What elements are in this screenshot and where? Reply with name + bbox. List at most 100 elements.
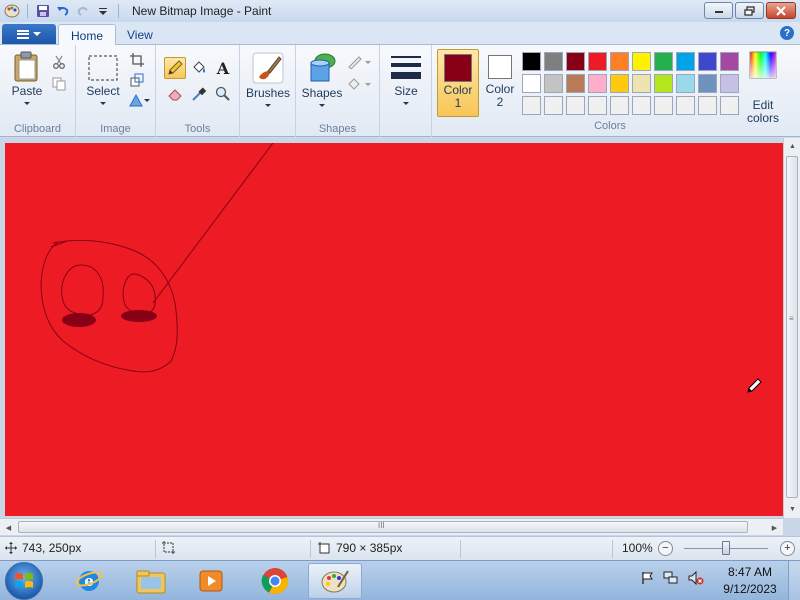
custom-color-slot[interactable] — [544, 96, 563, 115]
outline-icon[interactable] — [346, 53, 372, 71]
palette-swatch[interactable] — [720, 74, 739, 93]
palette-swatch[interactable] — [632, 52, 651, 71]
fill-tool[interactable] — [188, 57, 210, 79]
close-button[interactable] — [766, 2, 796, 19]
taskbar-paint[interactable] — [308, 563, 362, 599]
title-bar: New Bitmap Image - Paint — [0, 0, 800, 22]
palette-swatch[interactable] — [720, 52, 739, 71]
redo-icon[interactable] — [75, 3, 91, 19]
palette-swatch[interactable] — [698, 52, 717, 71]
copy-icon[interactable] — [50, 75, 68, 93]
tab-home[interactable]: Home — [58, 24, 117, 46]
crop-icon[interactable] — [128, 51, 146, 69]
cut-icon[interactable] — [50, 53, 68, 71]
palette-swatch[interactable] — [632, 74, 651, 93]
custom-color-slot[interactable] — [588, 96, 607, 115]
custom-color-slot[interactable] — [676, 96, 695, 115]
resize-icon[interactable] — [128, 71, 146, 89]
help-icon[interactable]: ? — [780, 26, 794, 40]
brushes-button[interactable]: Brushes — [244, 51, 292, 107]
shapes-group-label: Shapes — [318, 123, 357, 135]
show-desktop-button[interactable] — [788, 561, 800, 600]
palette-swatch[interactable] — [588, 74, 607, 93]
fill-icon[interactable] — [346, 75, 372, 93]
minimize-button[interactable] — [704, 2, 733, 19]
cursor-position: 743, 250px — [5, 541, 81, 555]
scroll-right-icon[interactable]: ▶ — [766, 519, 783, 536]
paste-button[interactable]: Paste — [8, 51, 46, 105]
separator — [27, 4, 28, 18]
custom-color-slot[interactable] — [654, 96, 673, 115]
palette-swatch[interactable] — [522, 52, 541, 71]
palette-swatch[interactable] — [544, 52, 563, 71]
pencil-cursor-icon — [747, 378, 762, 393]
scroll-up-icon[interactable]: ▲ — [784, 138, 800, 155]
custom-color-slot[interactable] — [522, 96, 541, 115]
custom-color-slot[interactable] — [698, 96, 717, 115]
size-label: Size — [394, 84, 418, 98]
rotate-icon[interactable] — [128, 91, 152, 109]
select-button[interactable]: Select — [82, 53, 124, 105]
text-tool[interactable]: A — [212, 57, 234, 79]
pencil-tool[interactable] — [164, 57, 186, 79]
system-tray — [640, 571, 704, 585]
save-icon[interactable] — [35, 3, 51, 19]
zoom-slider-thumb[interactable] — [722, 541, 730, 555]
clock[interactable]: 8:47 AM 9/12/2023 — [720, 564, 780, 598]
palette-swatch[interactable] — [588, 52, 607, 71]
tab-view[interactable]: View — [115, 24, 165, 45]
taskbar-chrome[interactable] — [248, 563, 302, 599]
color1-button[interactable]: Color 1 — [437, 49, 479, 117]
action-center-flag-icon[interactable] — [640, 571, 654, 585]
vertical-scrollbar[interactable]: ▲ ≡ ▼ — [783, 138, 800, 518]
window-title: New Bitmap Image - Paint — [132, 4, 272, 18]
eraser-tool[interactable] — [164, 83, 186, 105]
volume-muted-icon[interactable] — [688, 571, 704, 585]
chrome-icon — [261, 568, 289, 595]
palette-swatch[interactable] — [676, 52, 695, 71]
magnifier-tool[interactable] — [212, 83, 234, 105]
chevron-down-icon — [265, 104, 271, 107]
custom-color-slot[interactable] — [610, 96, 629, 115]
zoom-in-button[interactable]: + — [780, 541, 795, 556]
ribbon-tabs: Home View ? — [0, 22, 800, 46]
canvas-size-icon — [318, 541, 330, 553]
network-icon[interactable] — [663, 571, 679, 585]
drawing-canvas[interactable] — [5, 143, 783, 516]
paint-menu-button[interactable] — [2, 24, 56, 44]
palette-swatch[interactable] — [522, 74, 541, 93]
paint-app-icon[interactable] — [4, 3, 20, 19]
scroll-left-icon[interactable]: ◀ — [0, 519, 17, 536]
scroll-down-icon[interactable]: ▼ — [784, 501, 800, 518]
taskbar-media-player[interactable] — [184, 563, 238, 599]
undo-icon[interactable] — [55, 3, 71, 19]
restore-button[interactable] — [735, 2, 764, 19]
line-size-icon — [391, 56, 421, 79]
horizontal-scrollbar[interactable]: ◀ III ▶ — [0, 518, 783, 535]
vertical-scroll-thumb[interactable] — [786, 156, 798, 498]
customize-qat-icon[interactable] — [95, 3, 111, 19]
palette-swatch[interactable] — [566, 52, 585, 71]
custom-color-slot[interactable] — [566, 96, 585, 115]
zoom-out-button[interactable]: − — [658, 541, 673, 556]
custom-color-slot[interactable] — [632, 96, 651, 115]
palette-swatch[interactable] — [676, 74, 695, 93]
palette-swatch[interactable] — [654, 74, 673, 93]
shapes-button[interactable]: Shapes — [300, 51, 344, 107]
size-button[interactable]: Size — [386, 53, 426, 105]
start-button[interactable] — [5, 562, 43, 600]
palette-swatch[interactable] — [654, 52, 673, 71]
palette-swatch[interactable] — [610, 52, 629, 71]
taskbar-file-explorer[interactable] — [124, 563, 178, 599]
palette-swatch[interactable] — [610, 74, 629, 93]
palette-swatch[interactable] — [544, 74, 563, 93]
taskbar-internet-explorer[interactable]: e — [62, 563, 116, 599]
custom-color-slot[interactable] — [720, 96, 739, 115]
eraser-icon — [168, 89, 182, 101]
palette-swatch[interactable] — [698, 74, 717, 93]
color-picker-tool[interactable] — [188, 83, 210, 105]
zoom-level: 100% — [622, 541, 653, 555]
palette-swatch[interactable] — [566, 74, 585, 93]
color2-button[interactable]: Color 2 — [482, 49, 518, 117]
drawn-left-eye-fill — [62, 313, 96, 327]
